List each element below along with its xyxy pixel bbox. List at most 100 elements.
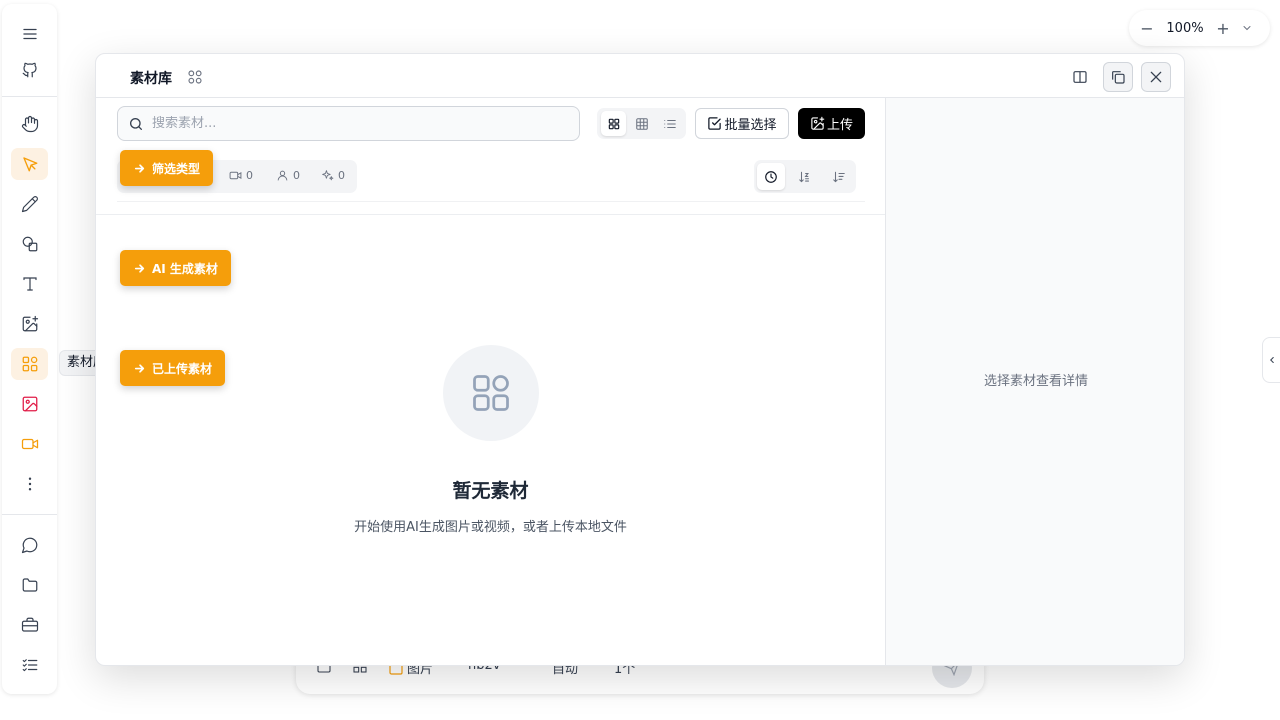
close-button[interactable] [1141,62,1171,92]
sort-by-size-button[interactable] [825,163,853,190]
library-grid-icon [188,70,202,84]
guide-filter-type[interactable]: 筛选类型 [120,150,214,186]
zoom-level: 100% [1166,20,1204,36]
image-plus-icon [22,315,38,332]
briefcase-icon [21,617,38,632]
upload-label: 上传 [826,118,853,133]
chevron-down-icon[interactable] [1241,22,1253,34]
search-box [117,106,580,141]
grid-2x2-icon [608,118,619,129]
search-input[interactable] [152,116,552,131]
empty-state-title: 暂无素材 [452,480,529,502]
tasks-button[interactable] [11,649,48,681]
sort-by-time-button[interactable] [757,163,785,190]
right-panel-toggle[interactable] [1262,337,1280,383]
restore-window-button[interactable] [1103,62,1133,92]
arrow-right-icon [134,363,145,373]
chevron-left-icon [1270,356,1274,364]
zoom-control: − 100% + [1129,10,1270,46]
clock-icon [765,170,777,183]
filter-effects-count: 0 [338,169,345,182]
content-divider [96,214,885,215]
image-tool[interactable] [11,388,48,420]
search-icon [130,117,142,130]
text-icon [22,277,37,291]
library-modal: 素材库 批量选择 [95,53,1185,666]
chat-button[interactable] [11,529,48,561]
modal-header: 素材库 [96,54,1184,98]
detail-hint: 选择素材查看详情 [983,374,1088,389]
arrow-right-icon [134,263,145,273]
pencil-tool[interactable] [11,188,48,220]
video-icon [21,438,38,450]
upload-button[interactable]: 上传 [798,108,865,139]
checklist-icon [22,659,37,672]
batch-select-button[interactable]: 批量选择 [695,108,789,139]
sort-ascending-icon [799,171,810,182]
library-grid-icon [473,375,509,411]
more-vertical-icon [28,477,31,491]
chat-icon [21,537,37,554]
empty-state-description: 开始使用AI生成图片或视频，或者上传本地文件 [354,520,627,535]
toolbar-divider [117,201,865,202]
filter-effects[interactable]: 0 [321,169,345,182]
github-icon [22,62,37,78]
sort-descending-icon [833,171,845,182]
sparkles-icon [322,170,334,181]
filter-video-count: 0 [246,169,253,182]
image-plus-icon [811,116,825,130]
shapes-icon [22,236,37,252]
view-mode-toggle [597,108,686,139]
grid-3x3-icon [635,117,648,130]
close-icon [1150,71,1162,83]
filter-person-count: 0 [293,169,300,182]
checkbox-icon [708,117,722,130]
image-icon [22,396,37,412]
zoom-out-button[interactable]: − [1139,19,1155,38]
sort-toggle [754,160,856,193]
github-button[interactable] [11,54,48,86]
folder-icon [22,578,37,592]
split-view-button[interactable] [1065,62,1095,92]
guide-uploaded[interactable]: 已上传素材 [120,350,226,386]
shapes-tool[interactable] [11,228,48,260]
library-tool[interactable] [11,348,48,380]
pointer-icon [22,157,37,172]
sort-by-name-button[interactable] [791,163,819,190]
view-small-grid-button[interactable] [629,111,654,136]
guide-ai-generate-label: AI 生成素材 [152,261,218,276]
toolbox-button[interactable] [11,609,48,641]
text-tool[interactable] [11,268,48,300]
view-large-grid-button[interactable] [601,111,626,136]
view-list-button[interactable] [657,111,682,136]
filter-video[interactable]: 0 [229,169,253,182]
library-grid-icon [22,356,37,372]
hand-icon [21,115,38,133]
folder-button[interactable] [11,569,48,601]
select-tool[interactable] [11,148,48,180]
empty-state-illustration [443,345,539,441]
hand-tool[interactable] [11,108,48,140]
menu-button[interactable] [11,18,48,50]
menu-icon [22,28,37,40]
guide-uploaded-label: 已上传素材 [152,361,213,376]
modal-title: 素材库 [130,71,172,87]
left-toolbar [2,4,57,694]
batch-select-label: 批量选择 [724,118,777,133]
copy-window-icon [1112,71,1125,84]
toolbar-divider [2,514,57,515]
image-add-tool[interactable] [11,308,48,340]
video-tool[interactable] [11,428,48,460]
more-tool[interactable] [11,468,48,500]
toolbar-divider [2,96,57,97]
arrow-right-icon [134,163,145,173]
filter-person[interactable]: 0 [276,169,300,182]
guide-ai-generate[interactable]: AI 生成素材 [120,250,231,286]
pencil-icon [21,196,38,213]
guide-filter-type-label: 筛选类型 [152,161,201,176]
video-icon [229,171,242,180]
zoom-in-button[interactable]: + [1215,19,1231,38]
detail-side-pane: 选择素材查看详情 [885,98,1184,665]
list-icon [663,119,676,128]
columns-icon [1073,71,1087,83]
